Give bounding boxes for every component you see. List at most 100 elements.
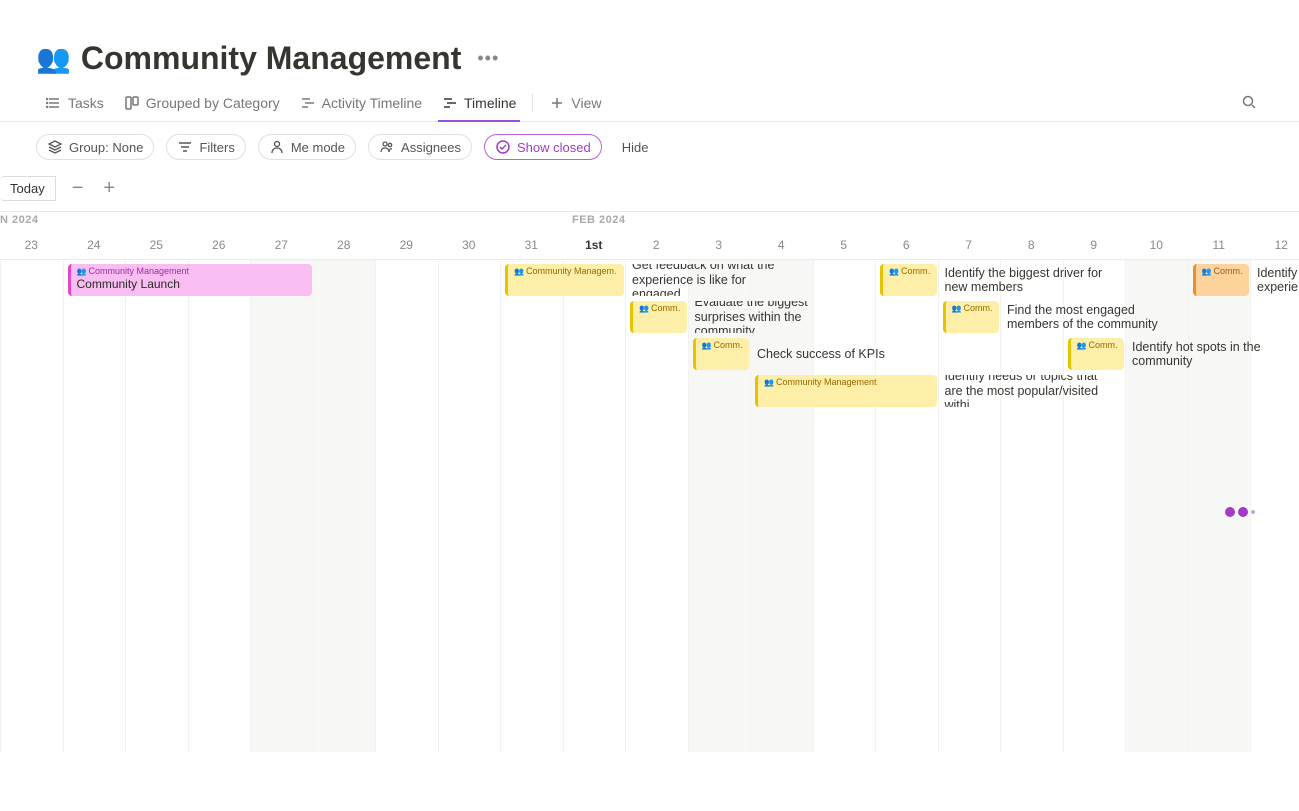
- hide-button[interactable]: Hide: [622, 140, 649, 155]
- add-view-label: View: [571, 95, 601, 111]
- chip-label: Show closed: [517, 140, 591, 155]
- layers-icon: [47, 139, 63, 155]
- card-description: Identify hot spots in the community: [1126, 338, 1296, 370]
- card-row: 👥Comm… Check success of KPIs 👥Comm… Identif…: [0, 338, 1299, 373]
- tab-label: Tasks: [68, 95, 104, 111]
- show-closed-chip[interactable]: Show closed: [484, 134, 602, 160]
- filters-chip[interactable]: Filters: [166, 134, 245, 160]
- card-tag: 👥Comm…: [639, 303, 681, 314]
- tab-activity-timeline[interactable]: Activity Timeline: [290, 85, 432, 121]
- day-label: 8: [1000, 238, 1063, 252]
- timeline-card[interactable]: 👥Community Managem…: [505, 264, 624, 296]
- toolbar: Group: None Filters Me mode Assignees Sh…: [0, 122, 1299, 172]
- people-icon: 👥: [1077, 341, 1087, 351]
- day-label: 11: [1188, 238, 1251, 252]
- tab-grouped[interactable]: Grouped by Category: [114, 85, 290, 121]
- day-label: 1st: [563, 238, 626, 252]
- page-icon: 👥: [36, 42, 71, 75]
- day-header: 2324252627282930311st23456789101112: [0, 234, 1299, 260]
- chip-label: Me mode: [291, 140, 345, 155]
- chip-label: Filters: [199, 140, 234, 155]
- day-label: 9: [1063, 238, 1126, 252]
- timeline-icon: [442, 95, 458, 111]
- people-icon: 👥: [1202, 267, 1212, 277]
- day-label: 12: [1250, 238, 1299, 252]
- card-title: Community Launch: [77, 277, 306, 291]
- page-menu-icon[interactable]: •••: [471, 48, 505, 69]
- assignees-chip[interactable]: Assignees: [368, 134, 472, 160]
- timeline-card[interactable]: 👥Community ManagementCommunity Launch: [68, 264, 312, 296]
- card-description: Evaluate the biggest surprises within th…: [689, 301, 859, 333]
- timeline-card[interactable]: 👥Comm…: [630, 301, 687, 333]
- tab-label: Activity Timeline: [322, 95, 422, 111]
- person-icon: [269, 139, 285, 155]
- add-view-button[interactable]: View: [539, 85, 611, 121]
- month-label: N 2024: [0, 214, 38, 226]
- today-button[interactable]: Today: [0, 176, 56, 201]
- card-description: Get feedback on what the experience is l…: [626, 264, 796, 296]
- card-description: Find the most engaged members of the com…: [1001, 301, 1171, 333]
- chip-label: Assignees: [401, 140, 461, 155]
- page-header: 👥 Community Management •••: [0, 0, 1299, 85]
- people-icon: 👥: [77, 267, 87, 277]
- day-label: 30: [438, 238, 501, 252]
- day-label: 29: [375, 238, 438, 252]
- timeline-card[interactable]: 👥Comm…: [1193, 264, 1250, 296]
- me-mode-chip[interactable]: Me mode: [258, 134, 356, 160]
- people-icon: 👥: [952, 304, 962, 314]
- view-tabs: Tasks Grouped by Category Activity Timel…: [0, 85, 1299, 122]
- day-label: 25: [125, 238, 188, 252]
- day-label: 6: [875, 238, 938, 252]
- dot-icon: [1251, 510, 1255, 514]
- day-label: 3: [688, 238, 751, 252]
- timeline-cards: 👥Community ManagementCommunity Launch👥Co…: [0, 264, 1299, 412]
- card-description: Check success of KPIs: [751, 338, 885, 370]
- dot-icon: [1225, 507, 1235, 517]
- card-description: Identify needs or topics that are the mo…: [939, 375, 1109, 407]
- zoom-out-button[interactable]: −: [68, 177, 88, 200]
- people-icon: 👥: [702, 341, 712, 351]
- month-label: FEB 2024: [572, 214, 626, 226]
- dot-icon: [1238, 507, 1248, 517]
- card-tag: 👥Community Management: [77, 266, 306, 277]
- card-tag: 👥Comm…: [889, 266, 931, 277]
- card-tag: 👥Comm…: [1077, 340, 1119, 351]
- day-label: 24: [63, 238, 126, 252]
- card-tag: 👥Comm…: [952, 303, 994, 314]
- timeline-card[interactable]: 👥Comm…: [943, 301, 1000, 333]
- day-label: 27: [250, 238, 313, 252]
- tab-tasks[interactable]: Tasks: [36, 85, 114, 121]
- timeline[interactable]: N 2024FEB 2024 2324252627282930311st2345…: [0, 212, 1299, 752]
- chip-label: Group: None: [69, 140, 143, 155]
- card-tag: 👥Community Management: [764, 377, 931, 388]
- day-label: 26: [188, 238, 251, 252]
- card-tag: 👥Community Managem…: [514, 266, 618, 277]
- card-tag: 👥Comm…: [1202, 266, 1244, 277]
- day-label: 2: [625, 238, 688, 252]
- list-icon: [46, 95, 62, 111]
- day-label: 23: [0, 238, 63, 252]
- zoom-in-button[interactable]: +: [99, 177, 119, 200]
- loading-indicator: [1225, 507, 1255, 517]
- card-tag: 👥Comm…: [702, 340, 744, 351]
- people-icon: 👥: [514, 267, 524, 277]
- timeline-card[interactable]: 👥Comm…: [693, 338, 750, 370]
- people-icon: 👥: [639, 304, 649, 314]
- timeline-card[interactable]: 👥Comm…: [1068, 338, 1125, 370]
- filter-icon: [177, 139, 193, 155]
- timeline-card[interactable]: 👥Comm…: [880, 264, 937, 296]
- group-chip[interactable]: Group: None: [36, 134, 154, 160]
- page-title: Community Management: [81, 40, 461, 77]
- day-label: 5: [813, 238, 876, 252]
- day-label: 10: [1125, 238, 1188, 252]
- divider: [532, 94, 533, 112]
- day-label: 28: [313, 238, 376, 252]
- plus-icon: [549, 95, 565, 111]
- search-button[interactable]: [1235, 88, 1263, 119]
- day-label: 31: [500, 238, 563, 252]
- month-labels: N 2024 FEB 2024: [0, 212, 1299, 234]
- timeline-card[interactable]: 👥Community Management: [755, 375, 937, 407]
- search-icon: [1241, 94, 1257, 110]
- card-row: 👥Community ManagementCommunity Launch👥Co…: [0, 264, 1299, 299]
- tab-timeline[interactable]: Timeline: [432, 85, 526, 121]
